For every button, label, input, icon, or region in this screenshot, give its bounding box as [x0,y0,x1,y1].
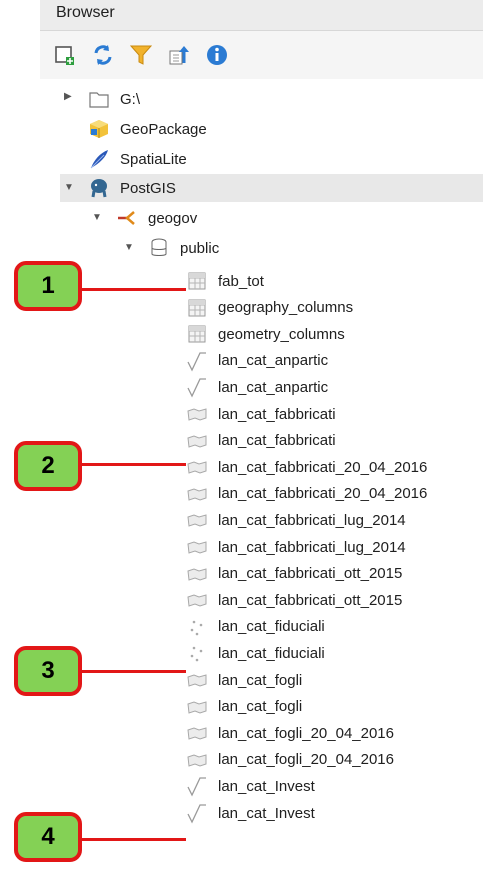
collapse-arrow-icon[interactable]: ▼ [124,242,134,253]
tree-item-label: geography_columns [218,299,354,317]
tree-item-label: public [180,239,220,257]
point-layer-icon [186,616,208,638]
tree-item-table[interactable]: fab_tot [186,268,264,294]
tree-item-table[interactable]: lan_cat_fabbricati [186,428,336,454]
tree-item-table[interactable]: lan_cat_fabbricati_lug_2014 [186,534,406,560]
expand-arrow-icon[interactable]: ▶ [64,91,72,102]
callout-connector-line [80,838,186,841]
tree-item-table[interactable]: lan_cat_fogli_20_04_2016 [186,747,394,773]
line-layer-icon [186,350,208,372]
tree-item-label: lan_cat_fogli_20_04_2016 [218,751,394,769]
tree-item-table[interactable]: lan_cat_anpartic [186,374,328,400]
line-layer-icon [186,376,208,398]
tree-item-label: GeoPackage [120,120,207,138]
tree-item-label: lan_cat_Invest [218,777,315,795]
table-icon [186,323,208,345]
line-layer-icon [186,775,208,797]
tree-item-label: lan_cat_fabbricati [218,405,336,423]
tree-item-label: lan_cat_fabbricati_ott_2015 [218,591,403,609]
polygon-layer-icon [186,483,208,505]
tree-item-table[interactable]: lan_cat_anpartic [186,348,328,374]
tree-item-table[interactable]: lan_cat_Invest [186,773,315,799]
tree-item-table[interactable]: lan_cat_Invest [186,800,315,826]
tree-item-table[interactable]: lan_cat_fabbricati [186,401,336,427]
connection-icon [116,207,138,229]
polygon-layer-icon [186,536,208,558]
tree-item-table[interactable]: lan_cat_fabbricati_ott_2015 [186,587,402,613]
callout-connector-line [80,463,186,466]
polygon-layer-icon [186,749,208,771]
folder-icon [88,88,110,110]
tree-item-table[interactable]: lan_cat_fabbricati_lug_2014 [186,507,406,533]
tree-item-drive[interactable]: G:\ [88,86,140,112]
schema-icon [148,237,170,259]
tree-item-table[interactable]: geometry_columns [186,321,345,347]
collapse-arrow-icon[interactable]: ▼ [64,182,74,193]
tree-item-label: lan_cat_fiduciali [218,644,325,662]
tree-item-label: lan_cat_fogli_20_04_2016 [218,724,394,742]
tree-item-table[interactable]: lan_cat_fiduciali [186,640,325,666]
point-layer-icon [186,642,208,664]
callout-badge-1: 1 [14,261,82,311]
tree-item-label: lan_cat_anpartic [218,352,329,370]
tree-item-table[interactable]: lan_cat_fabbricati_20_04_2016 [186,481,427,507]
polygon-layer-icon [186,669,208,691]
callout-badge-4: 4 [14,812,82,862]
tree-item-table[interactable]: geography_columns [186,295,353,321]
tree-item-table[interactable]: lan_cat_fogli_20_04_2016 [186,720,394,746]
browser-tree: ▶ G:\ GeoPackage SpatiaLite ▼ PostGIS ▼ … [0,0,483,892]
table-icon [186,270,208,292]
tree-item-connection[interactable]: geogov [116,205,197,231]
tree-item-label: lan_cat_Invest [218,804,315,822]
spatialite-icon [88,148,110,170]
callout-badge-3: 3 [14,646,82,696]
tree-item-label: geogov [148,209,198,227]
callout-connector-line [80,670,186,673]
polygon-layer-icon [186,430,208,452]
tree-item-table[interactable]: lan_cat_fiduciali [186,614,325,640]
tree-item-table[interactable]: lan_cat_fogli [186,667,302,693]
tree-item-label: lan_cat_fabbricati_lug_2014 [218,511,406,529]
polygon-layer-icon [186,509,208,531]
tree-item-label: lan_cat_fabbricati_20_04_2016 [218,485,428,503]
tree-item-label: lan_cat_fabbricati_lug_2014 [218,538,406,556]
tree-item-label: geometry_columns [218,325,345,343]
tree-item-label: lan_cat_fabbricati_ott_2015 [218,565,403,583]
tree-item-label: lan_cat_anpartic [218,378,329,396]
tree-item-label: fab_tot [218,272,264,290]
tree-item-schema[interactable]: public [148,235,219,261]
tree-item-label: lan_cat_fabbricati [218,432,336,450]
tree-item-table[interactable]: lan_cat_fogli [186,694,302,720]
tree-item-spatialite[interactable]: SpatiaLite [88,146,187,172]
line-layer-icon [186,802,208,824]
tree-item-label: SpatiaLite [120,150,187,168]
tree-item-label: lan_cat_fogli [218,698,303,716]
geopackage-icon [88,118,110,140]
tree-item-table[interactable]: lan_cat_fabbricati_20_04_2016 [186,454,427,480]
tree-item-label: G:\ [120,90,141,108]
postgis-icon [88,177,110,199]
polygon-layer-icon [186,456,208,478]
tree-item-label: PostGIS [120,179,176,197]
polygon-layer-icon [186,563,208,585]
polygon-layer-icon [186,696,208,718]
tree-item-table[interactable]: lan_cat_fabbricati_ott_2015 [186,561,402,587]
polygon-layer-icon [186,589,208,611]
collapse-arrow-icon[interactable]: ▼ [92,212,102,223]
tree-item-postgis[interactable]: PostGIS [88,175,176,201]
tree-item-label: lan_cat_fabbricati_20_04_2016 [218,458,428,476]
polygon-layer-icon [186,403,208,425]
tree-item-geopackage[interactable]: GeoPackage [88,116,207,142]
callout-badge-2: 2 [14,441,82,491]
callout-connector-line [80,288,186,291]
table-icon [186,297,208,319]
polygon-layer-icon [186,722,208,744]
tree-item-label: lan_cat_fiduciali [218,618,325,636]
tree-item-label: lan_cat_fogli [218,671,303,689]
